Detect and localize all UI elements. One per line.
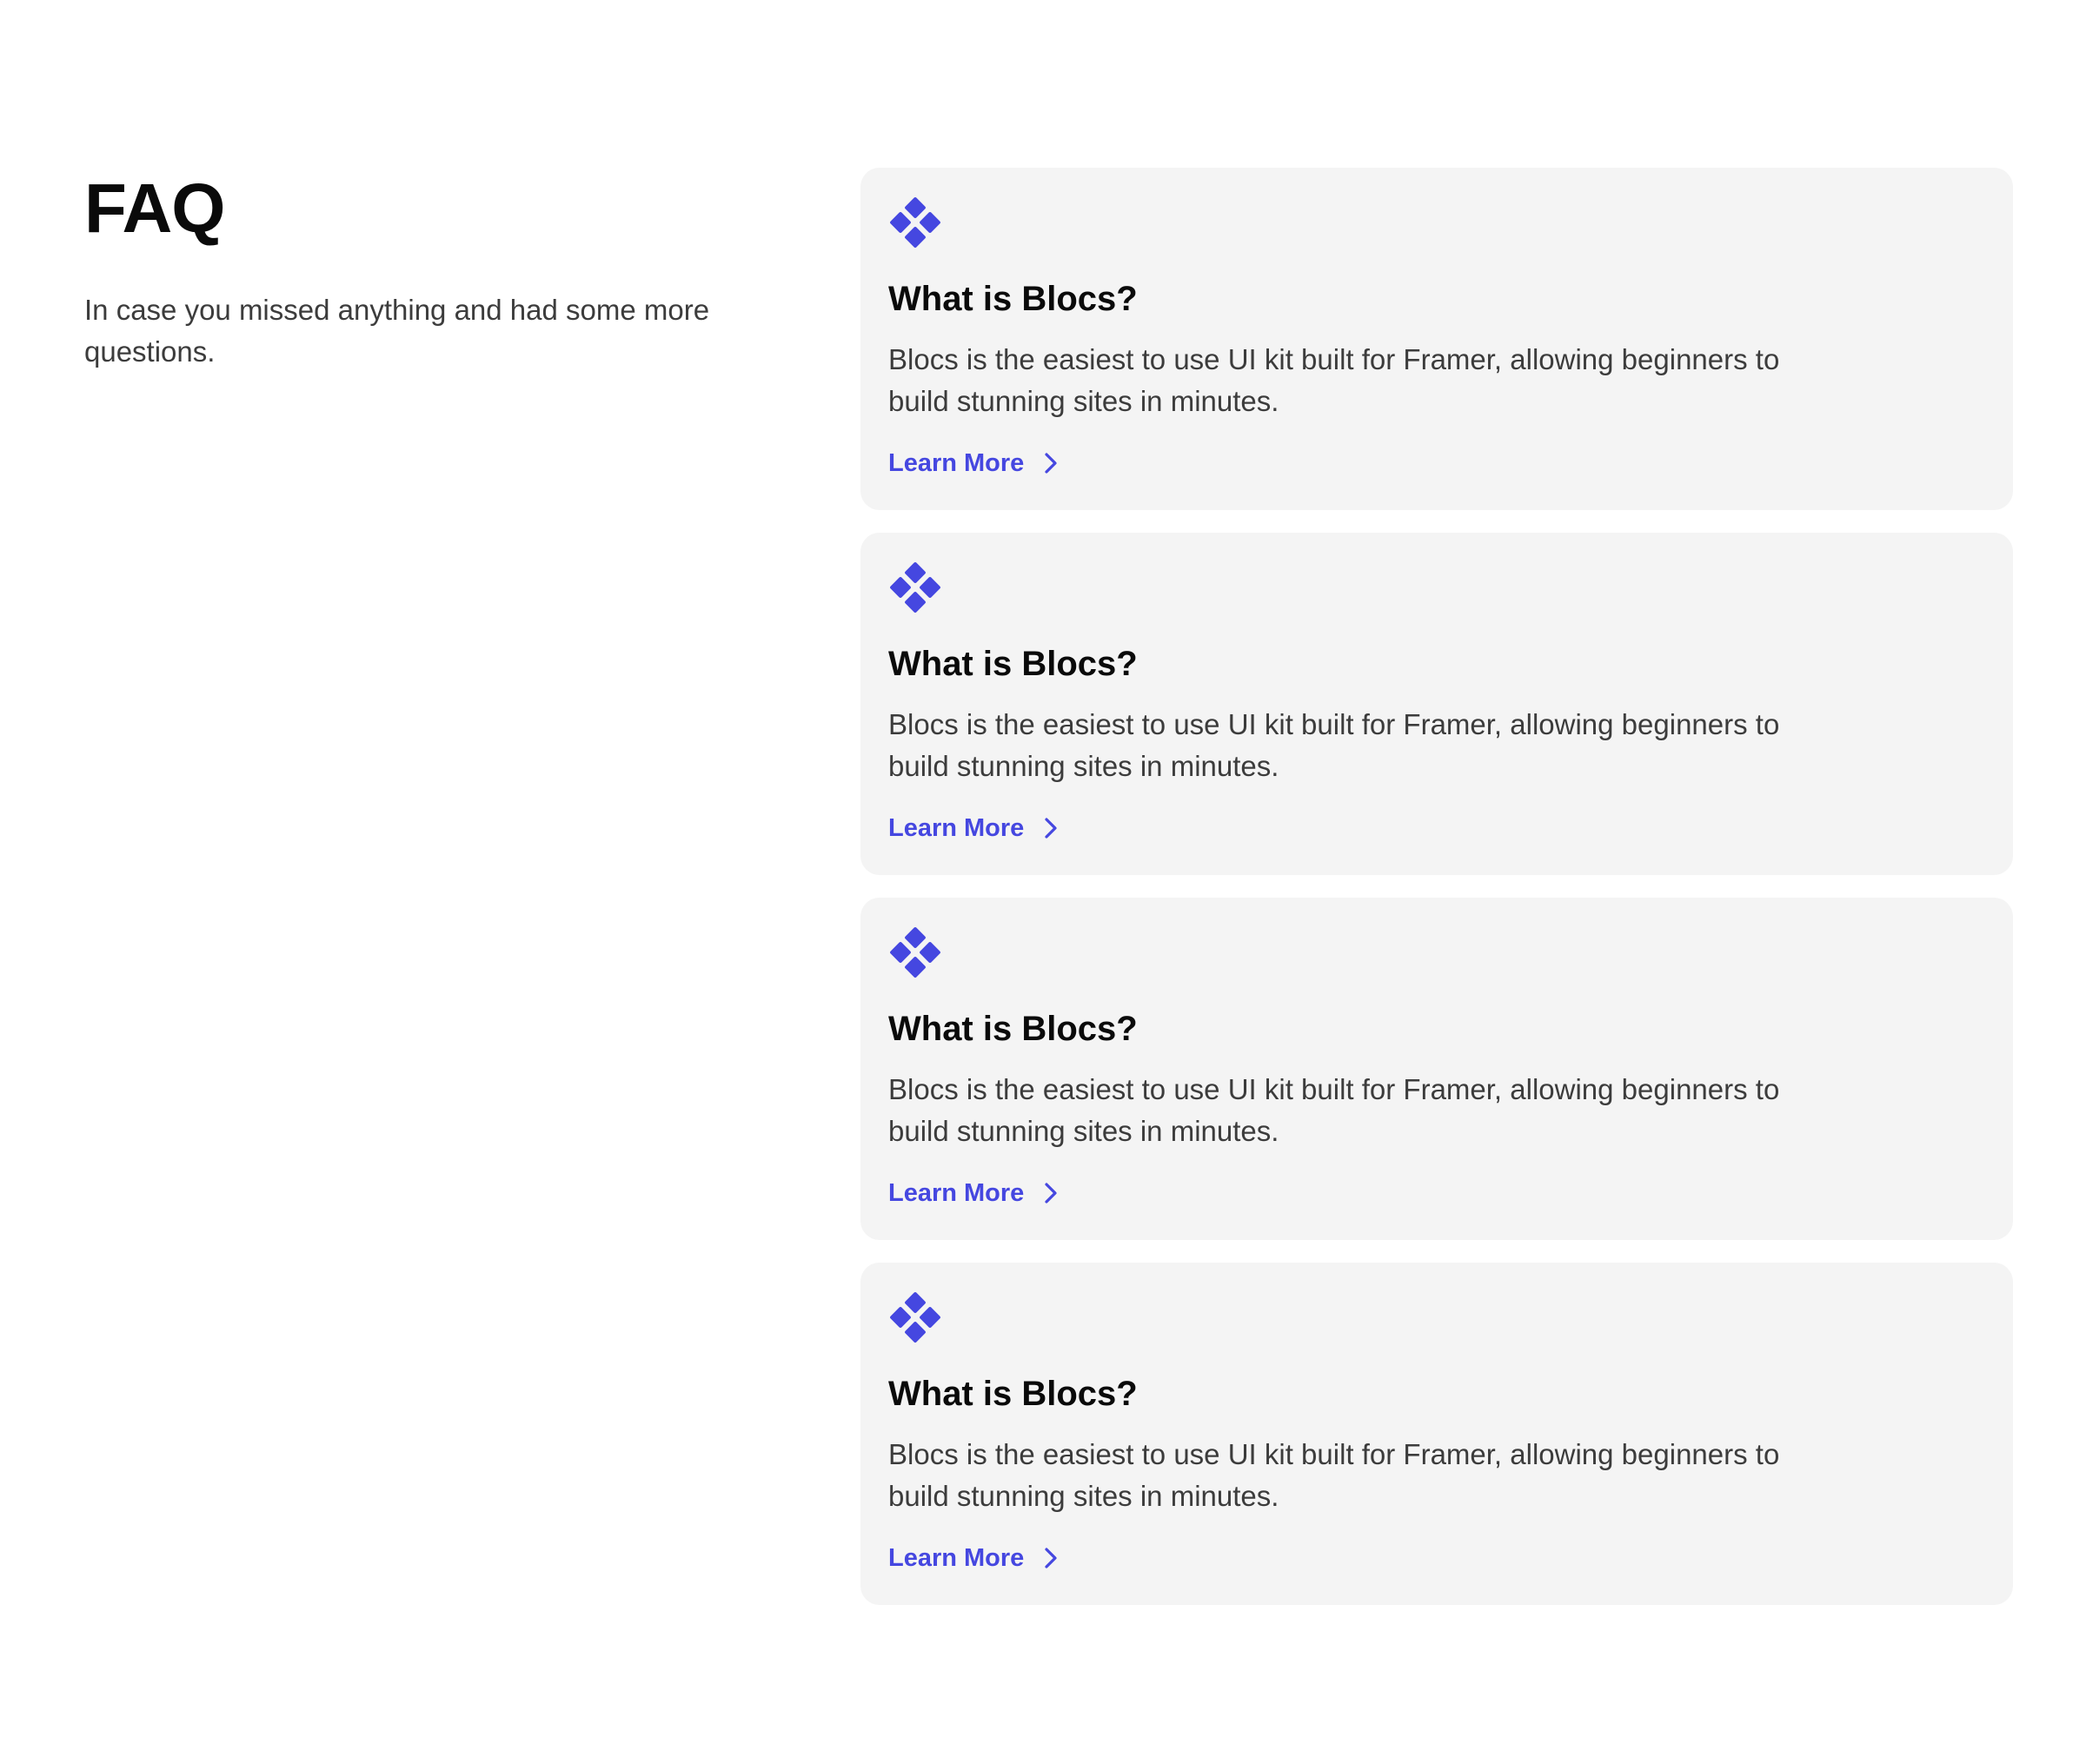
diamond-cluster-icon <box>890 927 940 978</box>
page-subtitle: In case you missed anything and had some… <box>84 294 710 368</box>
faq-answer: Blocs is the easiest to use UI kit built… <box>888 708 1780 782</box>
faq-question: What is Blocs? <box>888 645 1138 683</box>
faq-question: What is Blocs? <box>888 280 1138 318</box>
faq-card: What is Blocs? Blocs is the easiest to u… <box>860 898 2013 1240</box>
diamond-cluster-icon <box>890 1292 940 1343</box>
diamond-cluster-icon <box>890 197 940 248</box>
learn-more-link[interactable]: Learn More <box>888 1542 1060 1574</box>
faq-intro: FAQ In case you missed anything and had … <box>84 165 780 373</box>
chevron-right-icon <box>1045 818 1057 839</box>
chevron-right-icon <box>1045 1548 1057 1568</box>
learn-more-label: Learn More <box>888 814 1025 842</box>
faq-answer: Blocs is the easiest to use UI kit built… <box>888 343 1780 417</box>
learn-more-link[interactable]: Learn More <box>888 448 1060 479</box>
faq-question: What is Blocs? <box>888 1375 1138 1413</box>
faq-answer: Blocs is the easiest to use UI kit built… <box>888 1438 1780 1512</box>
faq-answer: Blocs is the easiest to use UI kit built… <box>888 1073 1780 1147</box>
diamond-cluster-icon <box>890 562 940 613</box>
faq-card: What is Blocs? Blocs is the easiest to u… <box>860 1263 2013 1605</box>
chevron-right-icon <box>1045 1183 1057 1204</box>
learn-more-link[interactable]: Learn More <box>888 812 1060 844</box>
faq-card: What is Blocs? Blocs is the easiest to u… <box>860 168 2013 510</box>
chevron-right-icon <box>1045 453 1057 474</box>
learn-more-link[interactable]: Learn More <box>888 1177 1060 1209</box>
page-title: FAQ <box>84 169 225 247</box>
faq-question: What is Blocs? <box>888 1010 1138 1048</box>
learn-more-label: Learn More <box>888 1544 1025 1572</box>
faq-card: What is Blocs? Blocs is the easiest to u… <box>860 533 2013 875</box>
faq-list: What is Blocs? Blocs is the easiest to u… <box>860 168 2013 1628</box>
learn-more-label: Learn More <box>888 449 1025 477</box>
learn-more-label: Learn More <box>888 1179 1025 1207</box>
